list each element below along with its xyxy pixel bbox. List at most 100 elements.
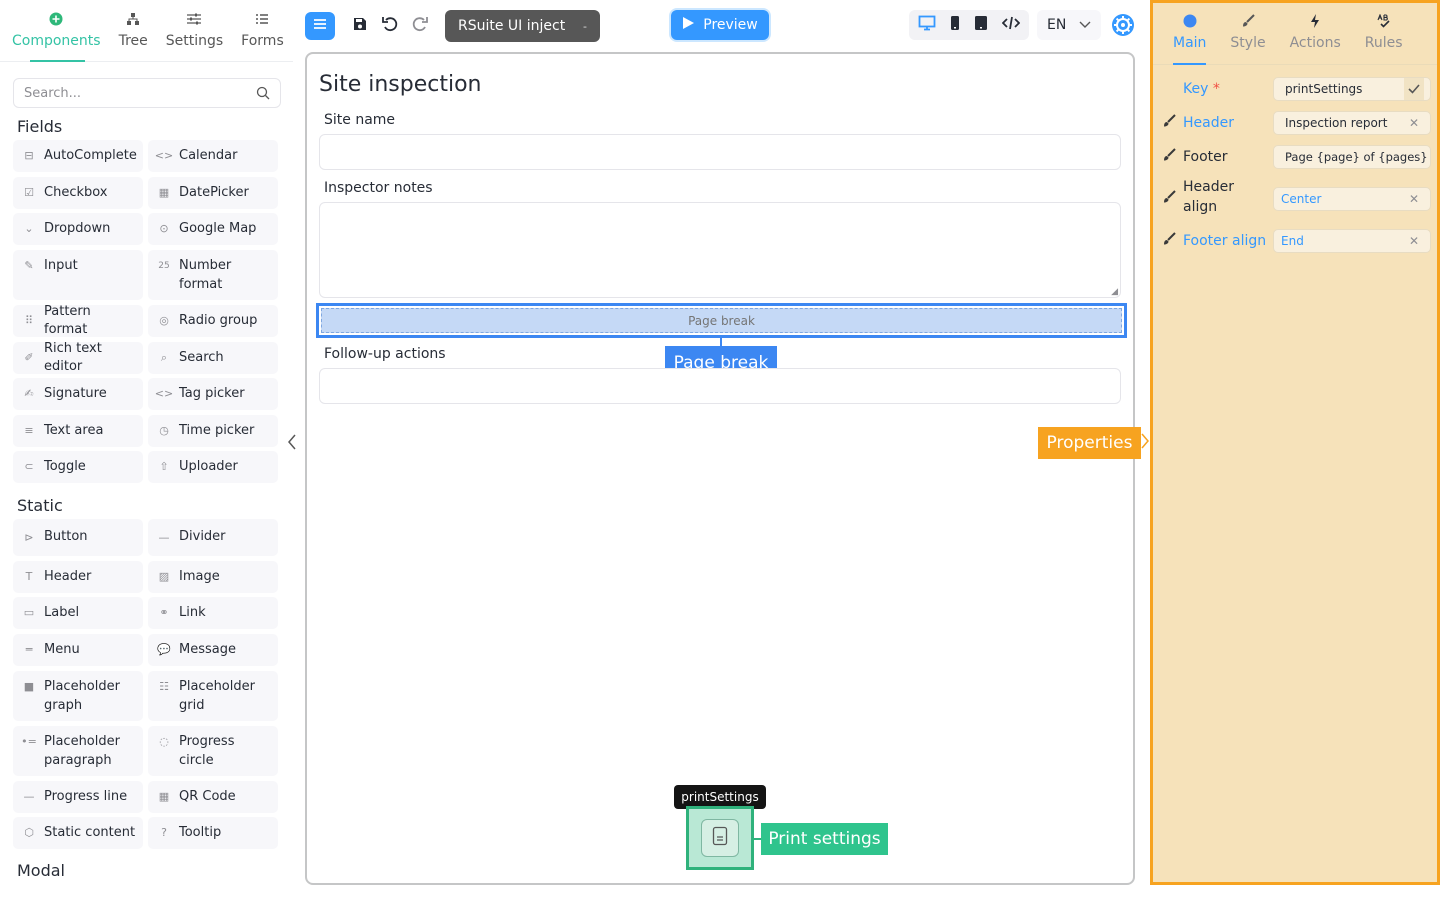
clear-icon[interactable]: ✕ [1409, 116, 1419, 130]
project-selector[interactable]: RSuite UI inject - [445, 10, 600, 42]
component-button[interactable]: ⊳ Button [13, 519, 143, 556]
key-input[interactable]: printSettings [1273, 77, 1431, 101]
component-header[interactable]: T Header [13, 561, 143, 593]
calendar-icon: ▦ [158, 186, 170, 200]
chevron-down-icon: ⌄ [24, 222, 34, 236]
chevron-right-icon[interactable] [1140, 432, 1150, 454]
component-placeholder-graph[interactable]: ■ Placeholder graph [13, 671, 143, 721]
collapse-left-icon[interactable] [287, 433, 297, 455]
component-google-map[interactable]: ⊙ Google Map [148, 213, 278, 245]
undo-button[interactable] [377, 12, 403, 40]
localize-brush-icon[interactable] [1162, 190, 1176, 207]
component-input[interactable]: ✎ Input [13, 250, 143, 300]
component-divider[interactable]: — Divider [148, 519, 278, 556]
language-selector[interactable]: EN [1037, 10, 1101, 40]
footer-input[interactable]: Page {page} of {pages} ✕ [1273, 145, 1431, 169]
tablet-icon[interactable] [974, 15, 988, 35]
tab-label: Settings [165, 33, 224, 49]
gear-icon [1111, 14, 1135, 41]
component-progress-circle[interactable]: ◌ Progress circle [148, 726, 278, 776]
followup-actions-input[interactable] [319, 368, 1121, 404]
component-image[interactable]: ▨ Image [148, 561, 278, 593]
tab-actions[interactable]: Actions [1290, 3, 1341, 64]
component-tag-picker[interactable]: <> Tag picker [148, 378, 278, 410]
check-icon[interactable] [1404, 78, 1424, 100]
component-link[interactable]: ⚭ Link [148, 597, 278, 629]
component-message[interactable]: 💬 Message [148, 634, 278, 666]
map-pin-icon: ⊙ [159, 222, 169, 236]
component-checkbox[interactable]: ☑ Checkbox [13, 177, 143, 209]
localize-brush-icon[interactable] [1162, 232, 1176, 249]
prop-header-align-label: Header align [1183, 179, 1234, 215]
component-calendar[interactable]: <> Calendar [148, 140, 278, 172]
component-autocomplete[interactable]: ⊟ AutoComplete [13, 140, 143, 172]
theme-settings-button[interactable] [1111, 13, 1135, 37]
help-icon: ? [161, 826, 167, 840]
code-icon: <> [154, 149, 174, 163]
clear-icon[interactable]: ✕ [1409, 234, 1419, 248]
header-input[interactable]: Inspection report ✕ [1273, 111, 1431, 135]
component-datepicker[interactable]: ▦ DatePicker [148, 177, 278, 209]
clear-icon[interactable]: ✕ [1409, 192, 1419, 206]
link-icon: ⚭ [159, 606, 169, 620]
tab-forms[interactable]: Forms [235, 0, 290, 61]
component-qr-code[interactable]: ▦ QR Code [148, 781, 278, 813]
footer-align-select[interactable]: End ✕ [1273, 229, 1431, 253]
tab-style[interactable]: Style [1230, 3, 1266, 64]
redo-button[interactable] [407, 12, 433, 40]
component-uploader[interactable]: ⇧ Uploader [148, 451, 278, 483]
progress-circle-icon: ◌ [159, 734, 169, 748]
component-dropdown[interactable]: ⌄ Dropdown [13, 213, 143, 245]
localize-brush-icon[interactable] [1162, 148, 1176, 165]
label-icon: ▭ [23, 606, 35, 620]
component-tooltip[interactable]: ? Tooltip [148, 817, 278, 849]
component-time-picker[interactable]: ◷ Time picker [148, 415, 278, 447]
localize-brush-icon[interactable] [1162, 114, 1176, 131]
tab-tree[interactable]: Tree [113, 0, 154, 61]
desktop-icon[interactable] [918, 15, 936, 35]
tab-label: Components [12, 33, 101, 49]
component-progress-line[interactable]: — Progress line [13, 781, 143, 813]
component-pattern-format[interactable]: ⠿ Pattern format [13, 304, 143, 337]
component-label[interactable]: ▭ Label [13, 597, 143, 629]
play-icon [682, 16, 695, 34]
component-placeholder-paragraph[interactable]: •= Placeholder paragraph [13, 726, 143, 776]
menu-button[interactable] [305, 12, 335, 40]
followup-actions-label: Follow-up actions [324, 346, 446, 362]
group-title-fields: Fields [17, 117, 63, 136]
code-icon[interactable] [1001, 16, 1021, 34]
component-text-area[interactable]: ≡ Text area [13, 415, 143, 447]
group-title-modal: Modal [17, 861, 65, 880]
component-placeholder-grid[interactable]: ☷ Placeholder grid [148, 671, 278, 721]
tab-main[interactable]: Main [1173, 3, 1207, 65]
project-name: RSuite UI inject [458, 18, 566, 34]
message-icon: 💬 [157, 643, 171, 657]
image-icon: ▨ [158, 570, 170, 584]
group-title-static: Static [17, 496, 63, 515]
header-align-select[interactable]: Center ✕ [1273, 187, 1431, 211]
component-toggle[interactable]: ⊂ Toggle [13, 451, 143, 483]
component-search[interactable] [13, 78, 281, 108]
print-settings-component[interactable] [686, 806, 754, 870]
phone-icon[interactable] [950, 15, 960, 35]
component-signature[interactable]: ✍ Signature [13, 378, 143, 410]
search-icon[interactable] [256, 86, 270, 100]
component-number-format[interactable]: 25 Number format [148, 250, 278, 300]
tab-components[interactable]: Components [6, 0, 107, 62]
preview-button[interactable]: Preview [671, 10, 769, 40]
save-button[interactable] [347, 12, 373, 40]
component-search[interactable]: ⌕ Search [148, 342, 278, 374]
component-static-content[interactable]: ⬡ Static content [13, 817, 143, 849]
component-radio-group[interactable]: ◎ Radio group [148, 305, 278, 337]
tab-settings[interactable]: Settings [160, 0, 229, 61]
resize-handle-icon[interactable]: ◢ [1111, 287, 1118, 297]
component-rich-text-editor[interactable]: ✐ Rich text editor [13, 341, 143, 374]
inspector-notes-textarea[interactable]: ◢ [319, 202, 1121, 298]
site-name-input[interactable] [319, 134, 1121, 170]
search-input[interactable] [24, 85, 256, 101]
tab-rules[interactable]: Rules [1365, 3, 1403, 64]
component-menu[interactable]: ═ Menu [13, 634, 143, 666]
page-break[interactable]: Page break [316, 303, 1127, 338]
document-icon [712, 826, 728, 850]
page-break-text: Page break [321, 308, 1122, 333]
